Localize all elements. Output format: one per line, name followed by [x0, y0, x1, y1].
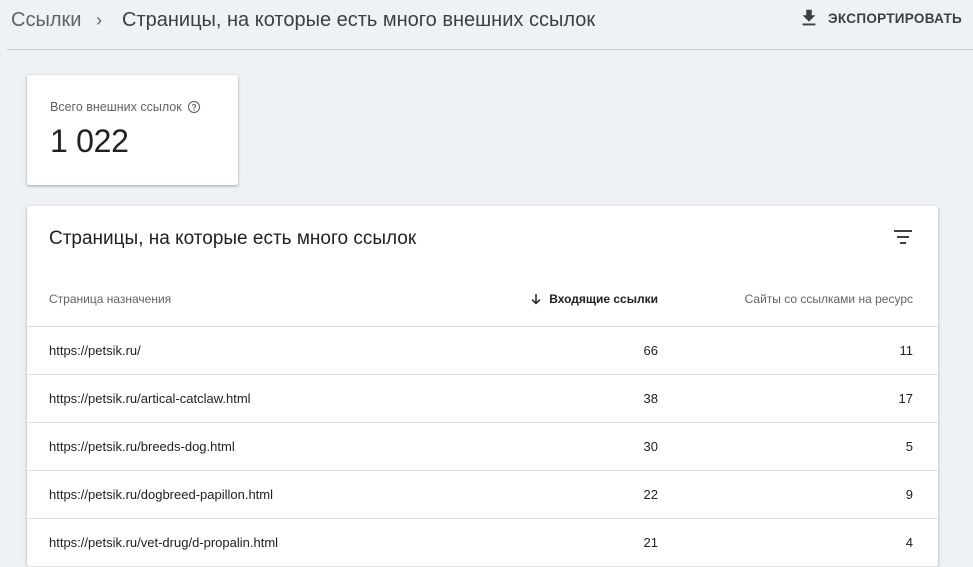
header-divider [7, 49, 973, 50]
cell-url: https://petsik.ru/artical-catclaw.html [49, 391, 251, 406]
table-title: Страницы, на которые есть много ссылок [49, 228, 417, 249]
column-header-incoming[interactable]: Входящие ссылки [530, 292, 658, 306]
help-circle-icon[interactable] [187, 100, 201, 114]
pages-table-card: Страницы, на которые есть много ссылок С… [27, 206, 938, 567]
table-row[interactable]: https://petsik.ru/vet-drug/d-propalin.ht… [27, 519, 938, 567]
table-row[interactable]: https://petsik.ru/ 66 11 [27, 327, 938, 375]
export-button[interactable]: ЭКСПОРТИРОВАТЬ [798, 7, 962, 29]
column-header-sites[interactable]: Сайты со ссылками на ресурс [745, 292, 913, 306]
cell-incoming: 21 [643, 535, 658, 550]
cell-incoming: 22 [643, 487, 658, 502]
table-row[interactable]: https://petsik.ru/dogbreed-papillon.html… [27, 471, 938, 519]
total-external-links-card: Всего внешних ссылок 1 022 [27, 75, 238, 185]
cell-sites: 9 [905, 487, 913, 502]
cell-url: https://petsik.ru/breeds-dog.html [49, 439, 235, 454]
cell-url: https://petsik.ru/dogbreed-papillon.html [49, 487, 274, 502]
column-header-incoming-label: Входящие ссылки [549, 292, 658, 306]
cell-sites: 5 [905, 439, 913, 454]
column-header-page[interactable]: Страница назначения [49, 292, 171, 306]
cell-sites: 4 [905, 535, 913, 550]
breadcrumb-separator: › [96, 10, 102, 30]
filter-icon[interactable] [893, 228, 913, 246]
download-icon [802, 9, 816, 26]
total-label: Всего внешних ссылок [50, 100, 182, 114]
cell-incoming: 66 [643, 343, 658, 358]
table-row[interactable]: https://petsik.ru/breeds-dog.html 30 5 [27, 423, 938, 471]
cell-sites: 17 [898, 391, 913, 406]
export-label: ЭКСПОРТИРОВАТЬ [828, 10, 963, 26]
total-value: 1 022 [50, 123, 129, 159]
breadcrumb-links[interactable]: Ссылки [11, 8, 81, 32]
top-bar: Ссылки › Страницы, на которые есть много… [0, 0, 973, 50]
table-body: https://petsik.ru/ 66 11 https://petsik.… [27, 327, 938, 567]
cell-incoming: 38 [643, 391, 658, 406]
table-row[interactable]: https://petsik.ru/artical-catclaw.html 3… [27, 375, 938, 423]
cell-url: https://petsik.ru/ [49, 343, 141, 358]
arrow-down-icon [531, 294, 541, 305]
page-title: Страницы, на которые есть много внешних … [122, 9, 596, 31]
cell-url: https://petsik.ru/vet-drug/d-propalin.ht… [49, 535, 279, 550]
total-label-wrap: Всего внешних ссылок [50, 100, 201, 114]
cell-sites: 11 [899, 343, 914, 358]
cell-incoming: 30 [643, 439, 658, 454]
